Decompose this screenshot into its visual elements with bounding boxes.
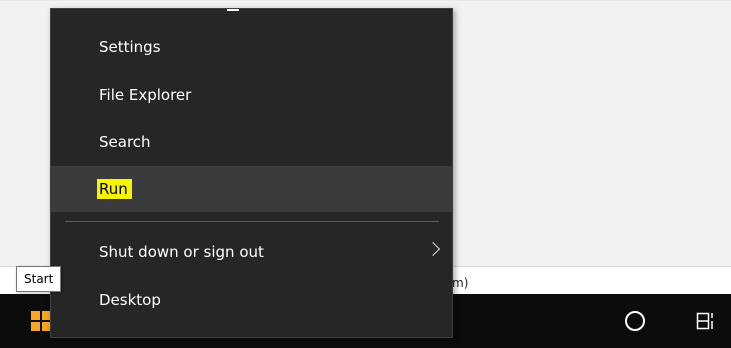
menu-item-label: Shut down or sign out: [99, 243, 264, 261]
desktop-edge: [0, 0, 731, 1]
menu-item-file-explorer[interactable]: File Explorer: [51, 72, 452, 118]
task-view-button[interactable]: [688, 294, 724, 348]
chevron-right-icon: [425, 241, 441, 257]
background-text-fragment: m): [452, 276, 469, 290]
menu-item-run[interactable]: Run: [51, 166, 452, 212]
menu-item-search[interactable]: Search: [51, 119, 452, 165]
menu-item-label: Desktop: [99, 291, 161, 309]
menu-item-desktop[interactable]: Desktop: [51, 277, 452, 323]
menu-item-label: File Explorer: [99, 86, 192, 104]
windows-logo-icon: [31, 311, 51, 331]
cortana-circle-icon: [625, 311, 645, 331]
menu-item-label: Search: [99, 133, 151, 151]
cortana-button[interactable]: [613, 294, 657, 348]
menu-item-label: Settings: [99, 38, 161, 56]
task-view-icon: [696, 312, 713, 330]
start-context-menu: Settings File Explorer Search Run Shut d…: [50, 8, 453, 338]
start-tooltip: Start: [16, 266, 62, 292]
menu-separator: [65, 221, 439, 222]
menu-item-label-highlighted: Run: [97, 179, 132, 199]
clipped-menu-item-fragment: [227, 9, 239, 17]
menu-item-shut-down-or-sign-out[interactable]: Shut down or sign out: [51, 229, 452, 275]
menu-item-settings[interactable]: Settings: [51, 24, 452, 70]
